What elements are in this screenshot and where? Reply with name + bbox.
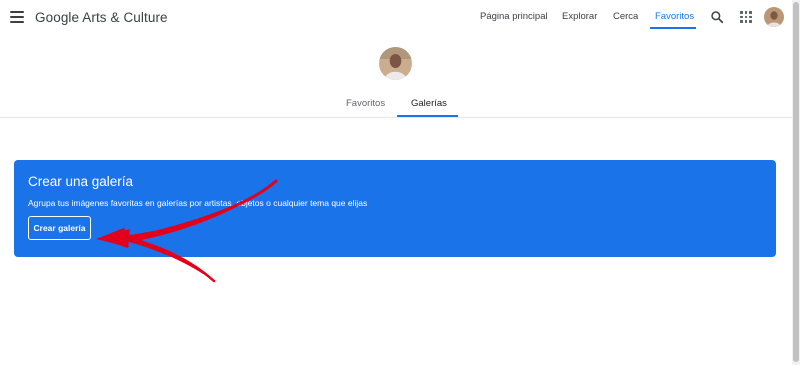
- app-logo[interactable]: Google Arts & Culture: [35, 10, 168, 25]
- profile-avatar: [379, 47, 412, 80]
- search-icon[interactable]: [710, 10, 724, 24]
- tab-active-indicator: [397, 115, 458, 117]
- nav-item-cerca[interactable]: Cerca: [613, 11, 638, 22]
- nav-item-explorar[interactable]: Explorar: [562, 11, 597, 22]
- nav-active-indicator: [650, 27, 696, 29]
- nav-item-pagina-principal[interactable]: Página principal: [480, 11, 548, 22]
- create-gallery-button[interactable]: Crear galería: [28, 216, 91, 240]
- banner-description: Agrupa tus imágenes favoritas en galería…: [28, 198, 368, 208]
- tab-favoritos[interactable]: Favoritos: [346, 98, 385, 109]
- apps-icon[interactable]: [740, 11, 752, 23]
- menu-icon[interactable]: [10, 11, 24, 23]
- top-bar: Google Arts & Culture Página principal E…: [0, 0, 800, 36]
- scrollbar[interactable]: [792, 0, 800, 365]
- tab-galerias[interactable]: Galerías: [411, 98, 447, 109]
- banner-title: Crear una galería: [28, 174, 134, 189]
- profile-tabs: Favoritos Galerías: [0, 90, 800, 118]
- account-avatar[interactable]: [764, 7, 784, 27]
- nav-item-favoritos[interactable]: Favoritos: [655, 11, 694, 22]
- scrollbar-thumb[interactable]: [793, 2, 799, 362]
- create-gallery-banner: Crear una galería Agrupa tus imágenes fa…: [14, 160, 776, 257]
